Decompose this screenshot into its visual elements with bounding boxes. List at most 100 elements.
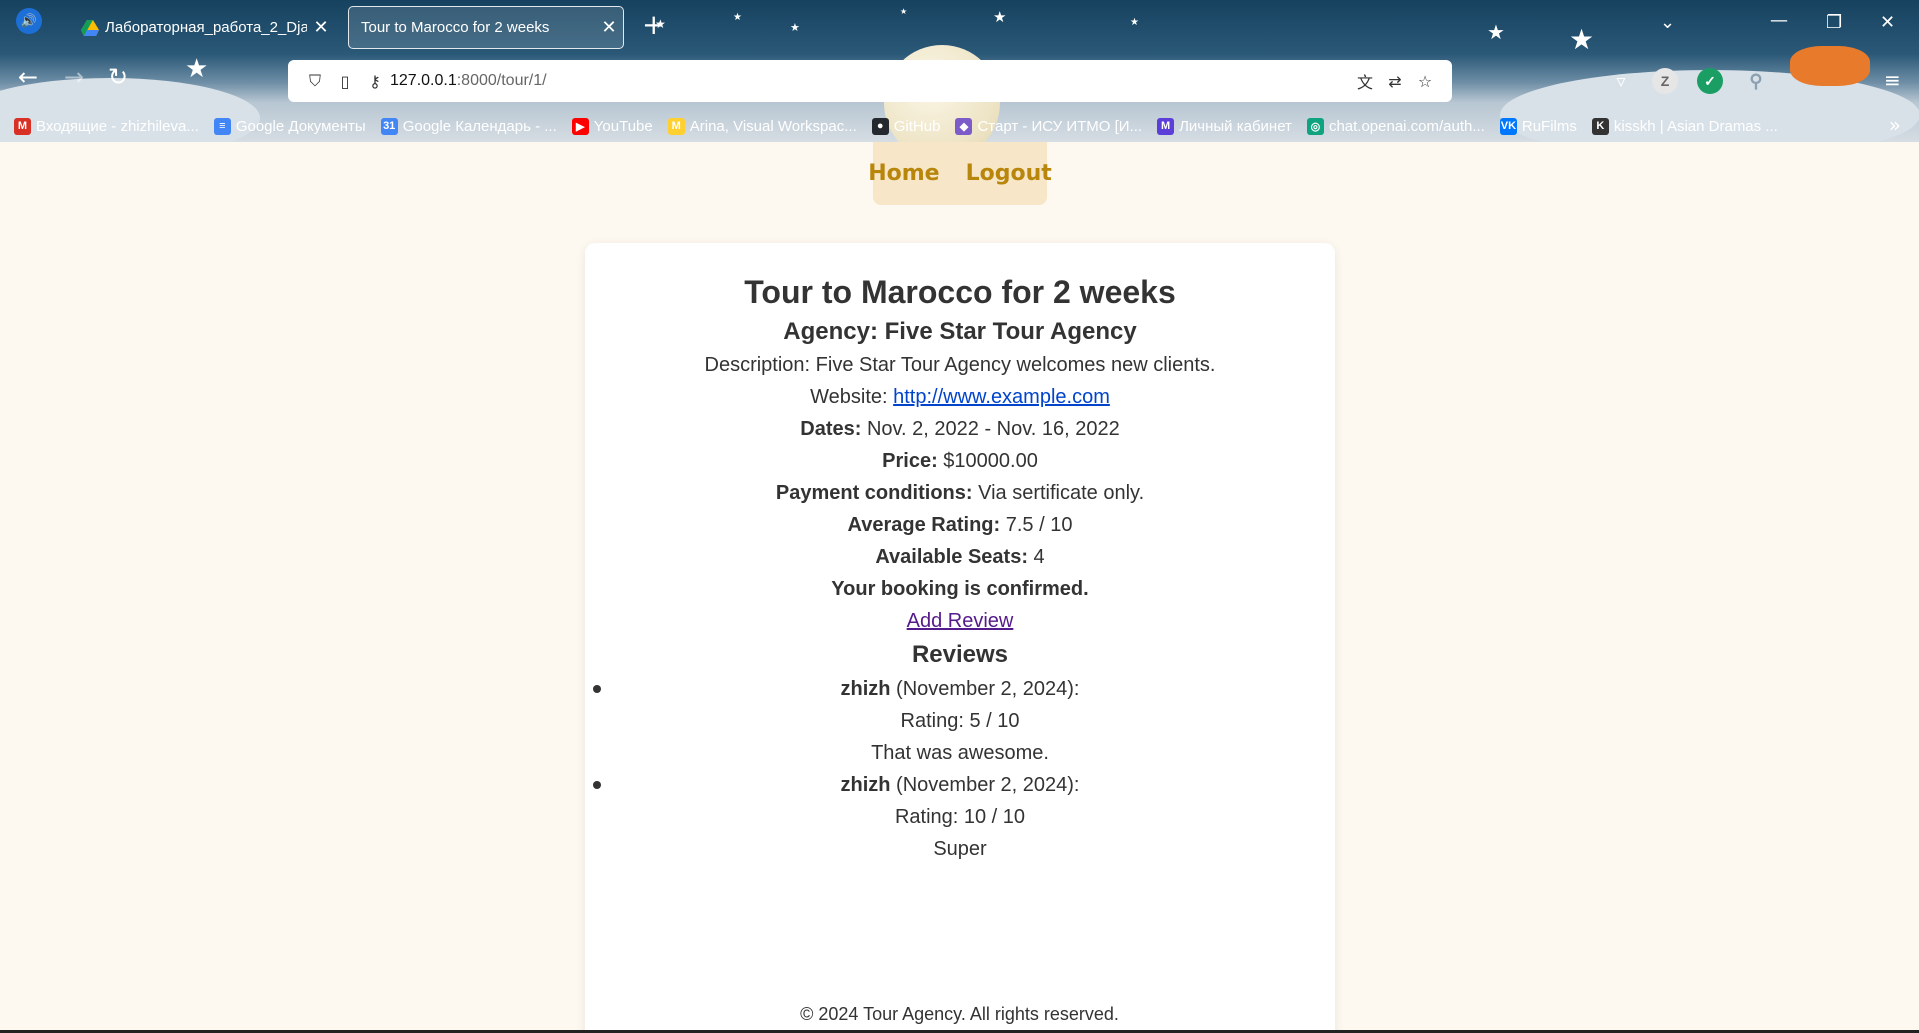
bookmark-item[interactable]: Kkisskh | Asian Dramas ... bbox=[1591, 117, 1778, 135]
reviews-heading: Reviews bbox=[911, 641, 1009, 668]
booking-status-text: Your booking is confirmed. bbox=[831, 578, 1089, 600]
back-icon[interactable]: ← bbox=[18, 65, 38, 89]
vk-icon: VK bbox=[1499, 117, 1517, 135]
review-rating: Rating: 5 / 10 bbox=[900, 710, 1020, 732]
translate-page-icon[interactable]: ⇄ bbox=[1380, 72, 1410, 91]
gmail-icon: M bbox=[14, 117, 31, 135]
bookmark-item[interactable]: ≡ Google Документы bbox=[213, 117, 366, 135]
review-user: zhizh bbox=[840, 678, 891, 700]
review-item: zhizh (November 2, 2024): Rating: 10 / 1… bbox=[585, 769, 1335, 865]
bookmark-item[interactable]: ◆ Старт - ИСУ ИТМО [И... bbox=[955, 117, 1143, 135]
google-calendar-icon: 31 bbox=[380, 117, 398, 135]
star-decoration: ★ bbox=[1487, 20, 1505, 44]
bookmark-item[interactable]: 31 Google Календарь - ... bbox=[380, 117, 557, 135]
cabinet-icon: M bbox=[1157, 117, 1175, 135]
shield-icon[interactable]: ⛉ bbox=[300, 71, 330, 91]
page-content: Home Logout Tour to Marocco for 2 weeks … bbox=[0, 142, 1919, 1033]
agency-heading: Agency: Five Star Tour Agency bbox=[783, 318, 1137, 345]
bookmark-label: Google Документы bbox=[235, 117, 366, 135]
itmo-icon: ◆ bbox=[955, 117, 973, 135]
close-tab-icon[interactable]: ✕ bbox=[595, 17, 623, 38]
bookmarks-bar: M Входящие - zhizhileva... ≡ Google Докумен… bbox=[0, 110, 1919, 142]
tab-title: Лабораторная_работа_2_Djan bbox=[105, 19, 307, 36]
new-tab-button[interactable]: + bbox=[642, 8, 665, 41]
menu-icon[interactable]: ≡ bbox=[1884, 68, 1901, 92]
footer-text: © 2024 Tour Agency. All rights reserved. bbox=[800, 1004, 1119, 1024]
review-header: zhizh (November 2, 2024): bbox=[585, 769, 1335, 801]
forward-icon[interactable]: → bbox=[64, 65, 84, 89]
bookmark-label: Старт - ИСУ ИТМО [И... bbox=[977, 117, 1143, 135]
website-row: Website: http://www.example.com bbox=[585, 381, 1335, 413]
dates-row: Dates: Nov. 2, 2022 - Nov. 16, 2022 bbox=[585, 413, 1335, 445]
review-user: zhizh bbox=[840, 774, 891, 796]
review-text: That was awesome. bbox=[871, 742, 1049, 764]
bookmark-label: Google Календарь - ... bbox=[402, 117, 557, 135]
tab-tour-active[interactable]: Tour to Marocco for 2 weeks ✕ bbox=[348, 6, 624, 49]
page-info-icon[interactable]: ▯ bbox=[330, 72, 360, 91]
star-decoration: ★ bbox=[993, 8, 1007, 26]
price-value: $10000.00 bbox=[937, 450, 1038, 472]
home-link[interactable]: Home bbox=[868, 161, 939, 186]
bookmark-label: YouTube bbox=[593, 117, 653, 135]
payment-value: Via sertificate only. bbox=[972, 482, 1145, 504]
bookmark-item[interactable]: M Входящие - zhizhileva... bbox=[14, 117, 199, 135]
rating-row: Average Rating: 7.5 / 10 bbox=[585, 509, 1335, 541]
tour-title: Tour to Marocco for 2 weeks bbox=[744, 274, 1176, 310]
bookmark-item[interactable]: M Arina, Visual Workspac... bbox=[667, 117, 857, 135]
seats-row: Available Seats: 4 bbox=[585, 541, 1335, 573]
close-tab-icon[interactable]: ✕ bbox=[307, 17, 335, 38]
bookmark-star-icon[interactable]: ☆ bbox=[1410, 72, 1440, 91]
account-avatar-icon[interactable]: Z bbox=[1652, 68, 1678, 94]
review-date: (November 2, 2024): bbox=[890, 678, 1080, 700]
bookmark-label: Личный кабинет bbox=[1179, 117, 1292, 135]
bookmark-item[interactable]: M Личный кабинет bbox=[1157, 117, 1292, 135]
tour-description: Description: Five Star Tour Agency welco… bbox=[704, 354, 1216, 376]
close-window-icon[interactable]: ✕ bbox=[1880, 12, 1895, 33]
price-label: Price: bbox=[882, 450, 938, 472]
miro-icon: M bbox=[667, 117, 685, 135]
tab-title: Tour to Marocco for 2 weeks bbox=[361, 19, 550, 36]
add-review-link[interactable]: Add Review bbox=[907, 610, 1014, 632]
youtube-icon: ▶ bbox=[571, 117, 589, 135]
review-item: zhizh (November 2, 2024): Rating: 5 / 10… bbox=[585, 673, 1335, 769]
bookmark-item[interactable]: ▶ YouTube bbox=[571, 117, 653, 135]
tab-lab-work[interactable]: Лабораторная_работа_2_Djan ✕ bbox=[73, 6, 335, 49]
tab-list-chevron-icon[interactable]: ⌄ bbox=[1660, 12, 1675, 33]
fox-theme-icon bbox=[1790, 46, 1870, 86]
key-icon[interactable]: ⚷ bbox=[360, 72, 390, 91]
extension-icon[interactable]: ⚲ bbox=[1743, 68, 1769, 94]
adguard-icon[interactable]: ✓ bbox=[1697, 68, 1723, 94]
bookmark-label: RuFilms bbox=[1521, 117, 1577, 135]
url-path: :8000/tour/1/ bbox=[456, 72, 547, 89]
tab-audio-icon[interactable]: 🔊 bbox=[16, 8, 42, 34]
star-decoration: ★ bbox=[1130, 17, 1139, 28]
minimize-icon[interactable]: — bbox=[1770, 10, 1788, 31]
website-label: Website: bbox=[810, 386, 894, 408]
google-docs-icon: ≡ bbox=[213, 117, 231, 135]
restore-icon[interactable]: ❐ bbox=[1826, 12, 1842, 33]
translate-icon[interactable]: 文 bbox=[1350, 69, 1380, 93]
booking-status: Your booking is confirmed. bbox=[585, 573, 1335, 605]
reload-icon[interactable]: ↻ bbox=[108, 65, 128, 89]
star-decoration: ★ bbox=[900, 7, 908, 16]
bookmark-label: Arina, Visual Workspac... bbox=[689, 117, 857, 135]
bookmark-item[interactable]: ● GitHub bbox=[871, 117, 940, 135]
dates-label: Dates: bbox=[800, 418, 862, 440]
rating-label: Average Rating: bbox=[847, 514, 1001, 536]
bookmarks-more-icon[interactable]: » bbox=[1889, 113, 1901, 137]
google-drive-icon bbox=[81, 19, 99, 36]
pocket-icon[interactable]: ▿ bbox=[1608, 68, 1634, 94]
review-date: (November 2, 2024): bbox=[890, 774, 1080, 796]
bookmark-item[interactable]: VK RuFilms bbox=[1499, 117, 1577, 135]
bookmark-label: Входящие - zhizhileva... bbox=[36, 117, 199, 135]
review-rating: Rating: 10 / 10 bbox=[894, 806, 1026, 828]
review-header: zhizh (November 2, 2024): bbox=[585, 673, 1335, 705]
top-nav: Home Logout bbox=[868, 142, 1052, 205]
browser-chrome: ★ ★ ★ ★ ★ ★ ★ ★ ★ 🔊 Лабораторная_работа_… bbox=[0, 0, 1919, 142]
star-decoration: ★ bbox=[733, 12, 742, 23]
bookmark-item[interactable]: ◎ chat.openai.com/auth... bbox=[1306, 117, 1485, 135]
logout-link[interactable]: Logout bbox=[966, 161, 1052, 186]
address-bar[interactable]: ⛉ ▯ ⚷ 127.0.0.1:8000/tour/1/ 文 ⇄ ☆ bbox=[288, 60, 1452, 102]
website-link[interactable]: http://www.example.com bbox=[893, 386, 1110, 408]
bookmark-label: chat.openai.com/auth... bbox=[1328, 117, 1485, 135]
